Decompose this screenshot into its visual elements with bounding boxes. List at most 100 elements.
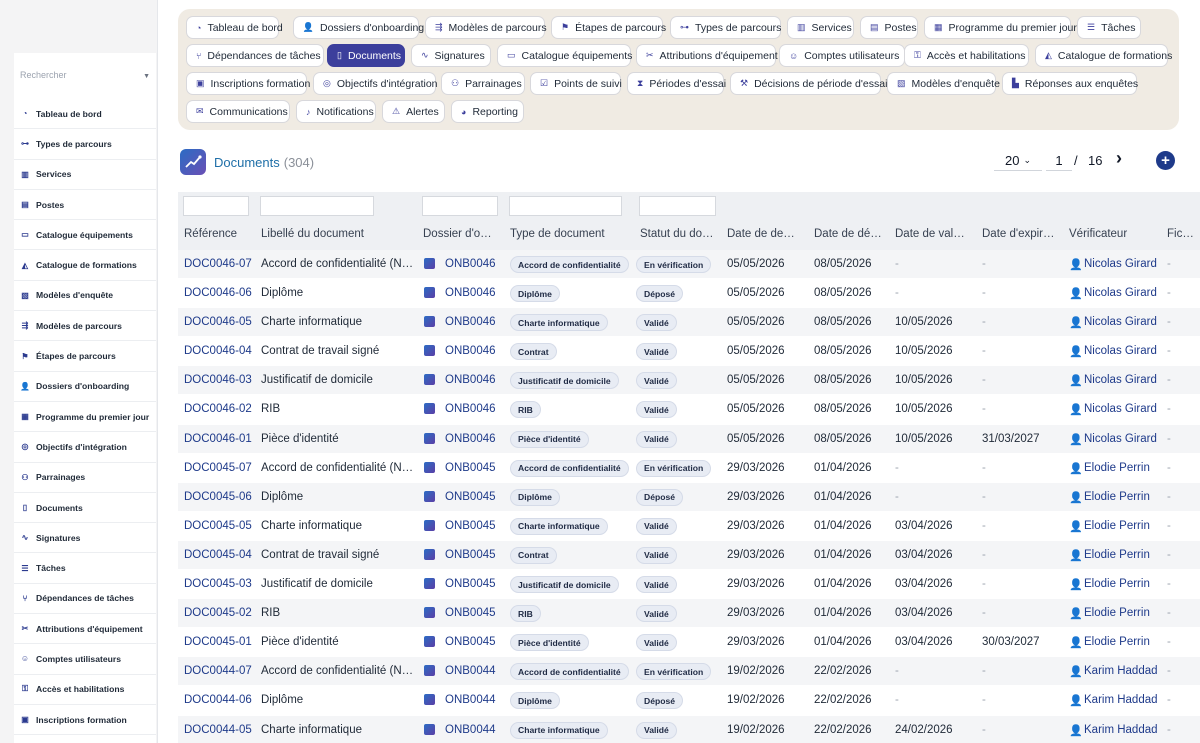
tab-parrainages[interactable]: ⚇ Parrainages <box>441 72 525 95</box>
table-row[interactable]: DOC0044-06 Diplôme ONB0044 Diplôme Déposé 19/… <box>178 686 1200 716</box>
column-header-verificateur[interactable]: Vérificateur <box>1069 228 1159 240</box>
column-header-reference[interactable]: Référence <box>184 228 254 240</box>
column-filter-input[interactable] <box>183 196 249 216</box>
onboarding-dossier-link[interactable]: ONB0046 <box>445 403 505 415</box>
tab-decisions-de-periode-d-essai[interactable]: ⚒ Décisions de période d'essai <box>730 72 887 95</box>
sidebar-item-modeles-de-parcours[interactable]: ⇶ Modèles de parcours <box>14 311 156 342</box>
onboarding-dossier-link[interactable]: ONB0045 <box>445 636 505 648</box>
tab-programme-du-premier-jour[interactable]: ▦ Programme du premier jour <box>924 16 1077 39</box>
document-reference-link[interactable]: DOC0046-07 <box>184 258 254 270</box>
tab-modeles-d-enquete[interactable]: ▧ Modèles d'enquête <box>887 72 1000 95</box>
sidebar-item-objectifs-d-integration[interactable]: ◎ Objectifs d'intégration <box>14 432 156 463</box>
tab-services[interactable]: ▥ Services <box>787 16 854 39</box>
document-reference-link[interactable]: DOC0045-06 <box>184 491 254 503</box>
document-reference-link[interactable]: DOC0044-06 <box>184 694 254 706</box>
current-page-input[interactable]: 1 <box>1046 150 1072 171</box>
document-reference-link[interactable]: DOC0045-01 <box>184 636 254 648</box>
sidebar-item-catalogue-equipements[interactable]: ▭ Catalogue équipements <box>14 220 156 251</box>
document-reference-link[interactable]: DOC0045-05 <box>184 520 254 532</box>
tab-reporting[interactable]: ◕ Reporting <box>451 100 524 123</box>
verifier-link[interactable]: Elodie Perrin <box>1084 578 1164 590</box>
sidebar-search-input[interactable]: Rechercher ▼ <box>20 70 154 90</box>
sidebar-item-dossiers-d-onboarding[interactable]: 👤 Dossiers d'onboarding <box>14 372 156 402</box>
tab-dossiers-d-onboarding[interactable]: 👤 Dossiers d'onboarding <box>293 16 424 39</box>
column-header-dossier-d-onboarding[interactable]: Dossier d'onboarding <box>423 228 498 240</box>
column-header-libelle-du-document[interactable]: Libellé du document <box>261 228 416 240</box>
onboarding-dossier-link[interactable]: ONB0046 <box>445 287 505 299</box>
verifier-link[interactable]: Nicolas Girard <box>1084 287 1164 299</box>
tab-documents[interactable]: ▯ Documents <box>327 44 405 67</box>
table-row[interactable]: DOC0044-05 Charte informatique ONB0044 Char… <box>178 715 1200 743</box>
document-reference-link[interactable]: DOC0046-03 <box>184 374 254 386</box>
tab-points-de-suivi[interactable]: ☑ Points de suivi <box>530 72 622 95</box>
table-row[interactable]: DOC0046-02 RIB ONB0046 RIB Validé 05/05/2026 0… <box>178 395 1200 425</box>
table-row[interactable]: DOC0045-07 Accord de confidentialité (NDA… <box>178 453 1200 483</box>
tab-signatures[interactable]: ∿ Signatures <box>411 44 491 67</box>
sidebar-item-modeles-d-enquete[interactable]: ▧ Modèles d'enquête <box>14 281 156 312</box>
onboarding-dossier-link[interactable]: ONB0045 <box>445 520 505 532</box>
tab-types-de-parcours[interactable]: ⊶ Types de parcours <box>670 16 781 39</box>
table-row[interactable]: DOC0045-04 Contrat de travail signé ONB004… <box>178 540 1200 571</box>
onboarding-dossier-link[interactable]: ONB0046 <box>445 433 505 445</box>
column-header-type-de-document[interactable]: Type de document <box>510 228 622 240</box>
document-reference-link[interactable]: DOC0046-05 <box>184 316 254 328</box>
verifier-link[interactable]: Elodie Perrin <box>1084 549 1164 561</box>
add-document-button[interactable]: + <box>1156 151 1175 170</box>
tab-periodes-d-essai[interactable]: ⧗ Périodes d'essai <box>627 72 726 95</box>
document-reference-link[interactable]: DOC0045-02 <box>184 607 254 619</box>
next-page-icon[interactable]: › <box>1116 148 1122 169</box>
sidebar-item-programme-du-premier-jour[interactable]: ▦ Programme du premier jour <box>14 402 156 433</box>
table-row[interactable]: DOC0046-04 Contrat de travail signé ONB004… <box>178 337 1200 367</box>
table-row[interactable]: DOC0045-03 Justificatif de domicile ONB004… <box>178 570 1200 600</box>
document-reference-link[interactable]: DOC0045-04 <box>184 549 254 561</box>
column-filter-input[interactable] <box>260 196 374 216</box>
verifier-link[interactable]: Elodie Perrin <box>1084 607 1164 619</box>
column-filter-input[interactable] <box>509 196 622 216</box>
sidebar-item-signatures[interactable]: ∿ Signatures <box>14 523 156 554</box>
onboarding-dossier-link[interactable]: ONB0046 <box>445 258 505 270</box>
verifier-link[interactable]: Karim Haddad <box>1084 694 1164 706</box>
table-row[interactable]: DOC0046-05 Charte informatique ONB0046 Char… <box>178 308 1200 338</box>
table-row[interactable]: DOC0046-03 Justificatif de domicile ONB004… <box>178 366 1200 396</box>
document-reference-link[interactable]: DOC0044-05 <box>184 724 254 736</box>
onboarding-dossier-link[interactable]: ONB0045 <box>445 491 505 503</box>
tab-inscriptions-formation[interactable]: ▣ Inscriptions formation <box>186 72 310 95</box>
verifier-link[interactable]: Nicolas Girard <box>1084 316 1164 328</box>
sidebar-item-parrainages[interactable]: ⚇ Parrainages <box>14 463 156 493</box>
tab-communications[interactable]: ✉ Communications <box>186 100 290 123</box>
sidebar-item-dependances-de-taches[interactable]: ⑂ Dépendances de tâches <box>14 584 156 615</box>
onboarding-dossier-link[interactable]: ONB0045 <box>445 578 505 590</box>
sidebar-item-types-de-parcours[interactable]: ⊶ Types de parcours <box>14 129 156 160</box>
table-row[interactable]: DOC0046-01 Pièce d'identité ONB0046 Pièce d… <box>178 424 1200 454</box>
sidebar-item-tableau-de-bord[interactable]: ◔ Tableau de bord <box>14 99 156 130</box>
tab-acces-et-habilitations[interactable]: ⚿ Accès et habilitations <box>904 44 1029 67</box>
sidebar-item-services[interactable]: ▥ Services <box>14 160 156 190</box>
verifier-link[interactable]: Elodie Perrin <box>1084 636 1164 648</box>
onboarding-dossier-link[interactable]: ONB0044 <box>445 724 505 736</box>
tab-dependances-de-taches[interactable]: ⑂ Dépendances de tâches <box>186 44 324 67</box>
sidebar-item-acces-et-habilitations[interactable]: ⚿ Accès et habilitations <box>14 675 156 705</box>
column-header-date-de-validation[interactable]: Date de validation <box>895 228 967 240</box>
tab-catalogue-de-formations[interactable]: ◭ Catalogue de formations <box>1035 44 1172 67</box>
table-row[interactable]: DOC0045-01 Pièce d'identité ONB0045 Pièce d… <box>178 628 1200 658</box>
tab-comptes-utilisateurs[interactable]: ☺ Comptes utilisateurs <box>779 44 905 67</box>
verifier-link[interactable]: Nicolas Girard <box>1084 374 1164 386</box>
verifier-link[interactable]: Nicolas Girard <box>1084 403 1164 415</box>
sidebar-item-attributions-d-equipement[interactable]: ✂ Attributions d'équipement <box>14 614 156 645</box>
sidebar-item-postes[interactable]: ▤ Postes <box>14 190 156 221</box>
tab-catalogue-equipements[interactable]: ▭ Catalogue équipements <box>497 44 632 67</box>
column-filter-input[interactable] <box>422 196 498 216</box>
sidebar-item-taches[interactable]: ☰ Tâches <box>14 553 156 584</box>
table-row[interactable]: DOC0045-06 Diplôme ONB0045 Diplôme Déposé 29/… <box>178 482 1200 512</box>
document-reference-link[interactable]: DOC0045-03 <box>184 578 254 590</box>
column-header-date-de-depot[interactable]: Date de dépôt <box>814 228 886 240</box>
sidebar-item-documents[interactable]: ▯ Documents <box>14 493 156 524</box>
column-header-statut-du-document[interactable]: Statut du document <box>640 228 715 240</box>
onboarding-dossier-link[interactable]: ONB0044 <box>445 694 505 706</box>
document-reference-link[interactable]: DOC0046-01 <box>184 433 254 445</box>
sidebar-item-inscriptions-formation[interactable]: ▣ Inscriptions formation <box>14 705 156 736</box>
verifier-link[interactable]: Karim Haddad <box>1084 724 1164 736</box>
page-size-select[interactable]: 20 ⌄ <box>994 150 1042 171</box>
onboarding-dossier-link[interactable]: ONB0045 <box>445 549 505 561</box>
sidebar-item-comptes-utilisateurs[interactable]: ☺ Comptes utilisateurs <box>14 644 156 675</box>
